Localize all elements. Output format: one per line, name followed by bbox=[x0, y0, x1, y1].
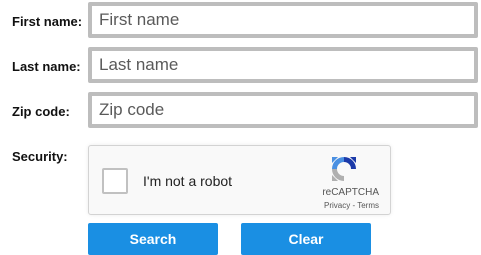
zip-code-label: Zip code: bbox=[12, 104, 70, 119]
recaptcha-privacy-terms-link[interactable]: Privacy - Terms bbox=[324, 201, 379, 210]
zip-code-field[interactable] bbox=[88, 92, 478, 128]
security-label: Security: bbox=[12, 149, 68, 164]
last-name-field[interactable] bbox=[88, 47, 478, 83]
search-button[interactable]: Search bbox=[88, 223, 218, 255]
first-name-label: First name: bbox=[12, 14, 83, 29]
recaptcha-checkbox-label: I'm not a robot bbox=[143, 173, 233, 189]
first-name-field[interactable] bbox=[88, 2, 478, 38]
recaptcha-checkbox[interactable] bbox=[102, 168, 128, 194]
search-form: First name: Last name: Zip code: Securit… bbox=[0, 0, 481, 255]
last-name-label: Last name: bbox=[12, 59, 81, 74]
recaptcha-logo-icon bbox=[332, 157, 356, 181]
recaptcha-brand: reCAPTCHA bbox=[322, 187, 379, 198]
recaptcha-widget: I'm not a robot reCAPTCHA Privacy - Term… bbox=[88, 145, 391, 215]
clear-button[interactable]: Clear bbox=[241, 223, 371, 255]
